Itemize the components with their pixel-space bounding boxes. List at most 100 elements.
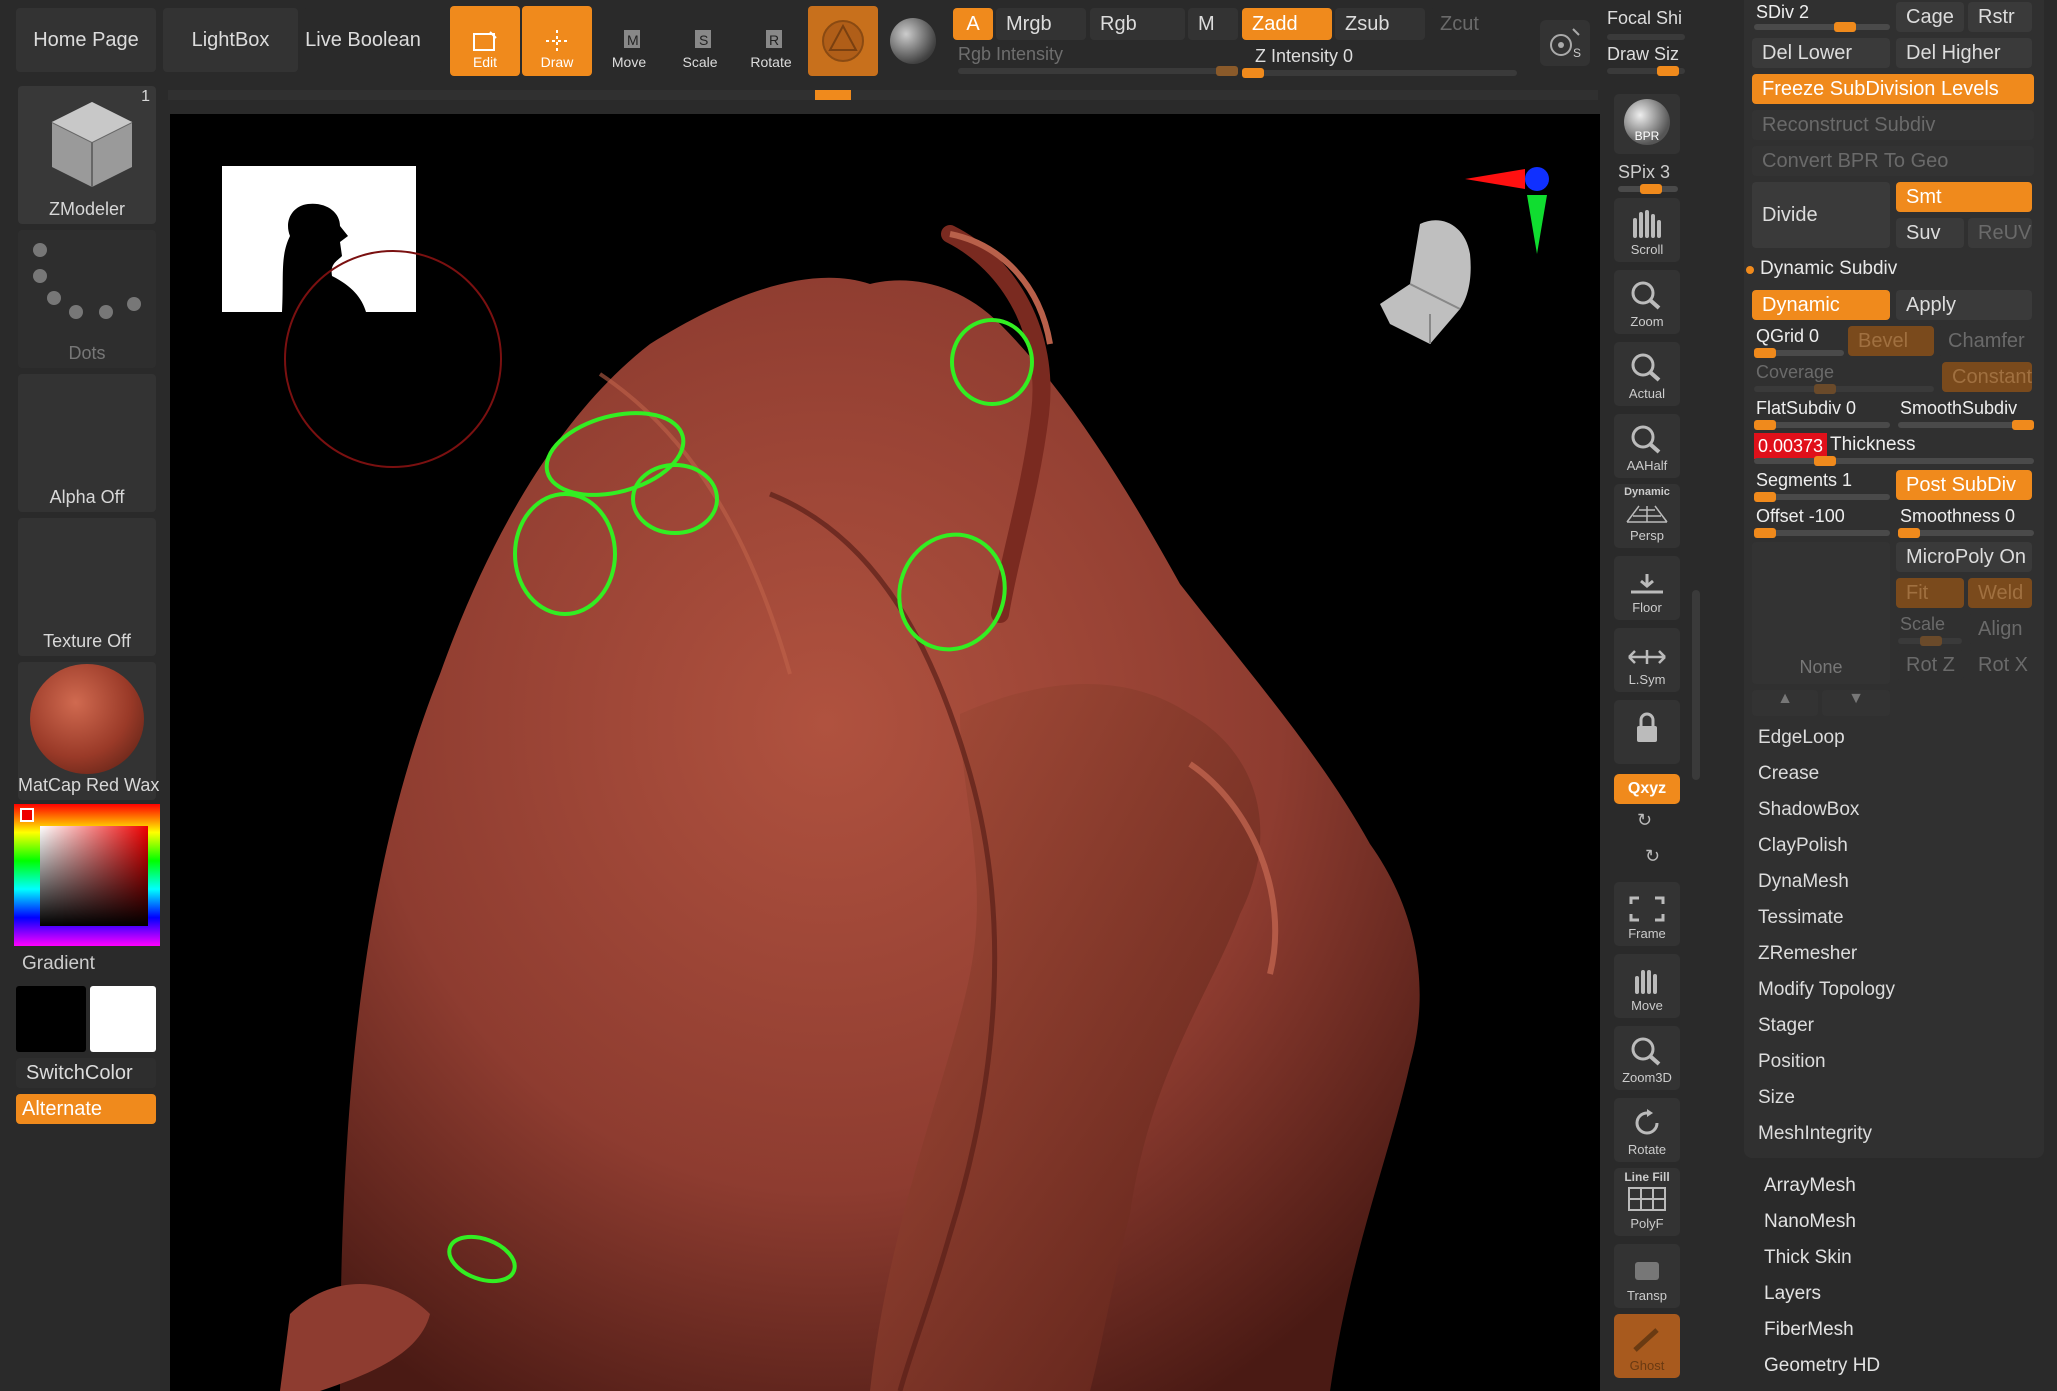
xyz-rotation-button[interactable]: Qxyz (1614, 774, 1680, 804)
rotz-toggle[interactable]: Rot Z (1896, 650, 1964, 680)
a-mode-button[interactable]: A (953, 8, 993, 40)
alternate-button[interactable]: Alternate (16, 1094, 156, 1124)
bpr-button[interactable]: BPR (1614, 94, 1680, 154)
floor-button[interactable]: Floor (1614, 556, 1680, 620)
viewport[interactable] (170, 114, 1600, 1391)
rstr-button[interactable]: Rstr (1968, 2, 2032, 32)
menu-nanomesh[interactable]: NanoMesh (1764, 1211, 1856, 1233)
post-subdiv-toggle[interactable]: Post SubDiv (1896, 470, 2032, 500)
right-panel-scrollbar[interactable] (1692, 590, 1700, 780)
coverage-label[interactable]: Coverage (1756, 362, 1834, 383)
spix-slider[interactable] (1618, 184, 1678, 194)
menu-stager[interactable]: Stager (1758, 1015, 1814, 1037)
reuv-toggle[interactable]: ReUV (1968, 218, 2032, 248)
divide-button[interactable]: Divide (1752, 182, 1890, 248)
suv-toggle[interactable]: Suv (1896, 218, 1964, 248)
gradient-label[interactable]: Gradient (22, 953, 95, 975)
live-boolean-button[interactable]: Live Boolean (303, 8, 423, 72)
home-page-button[interactable]: Home Page (16, 8, 156, 72)
draw-size-slider[interactable] (1607, 66, 1685, 76)
menu-meshintegrity[interactable]: MeshIntegrity (1758, 1123, 1872, 1145)
smoothsubdiv-label[interactable]: SmoothSubdiv (1900, 398, 2017, 419)
qgrid-slider[interactable] (1754, 348, 1844, 358)
coverage-slider[interactable] (1754, 384, 1934, 394)
polyframe-button[interactable]: Line Fill PolyF (1614, 1168, 1680, 1236)
menu-geometry-hd[interactable]: Geometry HD (1764, 1355, 1880, 1377)
apply-button[interactable]: Apply (1896, 290, 2032, 320)
offset-slider[interactable] (1754, 528, 1890, 538)
dynamic-subdiv-header[interactable]: Dynamic Subdiv (1760, 258, 1897, 280)
rotx-toggle[interactable]: Rot X (1968, 650, 2032, 680)
scroll-button[interactable]: Scroll (1614, 198, 1680, 262)
alpha-thumb[interactable]: Alpha Off (18, 374, 156, 512)
brush-material-button[interactable] (808, 6, 878, 76)
flatsubdiv-slider[interactable] (1754, 420, 1890, 430)
texture-thumb[interactable]: Texture Off (18, 518, 156, 656)
offset-label[interactable]: Offset -100 (1756, 506, 1845, 527)
rgb-intensity-slider[interactable] (958, 66, 1238, 76)
reconstruct-subdiv-button[interactable]: Reconstruct Subdiv (1752, 110, 2034, 140)
smoothsubdiv-slider[interactable] (1898, 420, 2034, 430)
scale-tool-button[interactable]: S Scale (665, 6, 735, 76)
menu-size[interactable]: Size (1758, 1087, 1795, 1109)
smoothness-label[interactable]: Smoothness 0 (1900, 506, 2015, 527)
m-button[interactable]: M (1188, 8, 1238, 40)
menu-edgeloop[interactable]: EdgeLoop (1758, 727, 1845, 749)
persp-button[interactable]: Dynamic Persp (1614, 484, 1680, 548)
frame-button[interactable]: Frame (1614, 882, 1680, 946)
micropoly-thumb[interactable]: None (1752, 542, 1890, 684)
mrgb-button[interactable]: Mrgb (996, 8, 1086, 40)
align-toggle[interactable]: Align (1968, 614, 2032, 644)
constant-toggle[interactable]: Constant (1942, 362, 2032, 392)
rotate-tool-button[interactable]: R Rotate (736, 6, 806, 76)
zoom-button[interactable]: Zoom (1614, 270, 1680, 334)
menu-claypolish[interactable]: ClayPolish (1758, 835, 1848, 857)
qgrid-label[interactable]: QGrid 0 (1756, 326, 1819, 347)
chamfer-toggle[interactable]: Chamfer (1938, 326, 2032, 356)
move-tool-button[interactable]: M Move (594, 6, 664, 76)
timeline-strip[interactable] (168, 90, 1598, 100)
aahalf-button[interactable]: AAHalf (1614, 414, 1680, 478)
ghost-button[interactable]: Ghost (1614, 1314, 1680, 1378)
actual-button[interactable]: Actual (1614, 342, 1680, 406)
segments-slider[interactable] (1754, 492, 1890, 502)
sdiv-slider[interactable] (1754, 22, 1890, 32)
z-intensity-slider[interactable] (1242, 68, 1517, 78)
lazy-mouse-icon[interactable]: S (1540, 20, 1590, 66)
y-rotation-icon[interactable]: ↻ (1637, 810, 1652, 831)
spix-label[interactable]: SPix 3 (1618, 162, 1670, 183)
scale-label[interactable]: Scale (1900, 614, 1945, 635)
scale-slider[interactable] (1898, 636, 1962, 646)
menu-position[interactable]: Position (1758, 1051, 1826, 1073)
menu-dynamesh[interactable]: DynaMesh (1758, 871, 1849, 893)
micropoly-toggle[interactable]: MicroPoly On (1896, 542, 2032, 572)
z-rotation-icon[interactable]: ↻ (1645, 846, 1660, 867)
secondary-color-swatch[interactable] (90, 986, 156, 1052)
smoothness-slider[interactable] (1898, 528, 2034, 538)
menu-layers[interactable]: Layers (1764, 1283, 1821, 1305)
rotate-view-button[interactable]: Rotate (1614, 1098, 1680, 1162)
micropoly-next-arrow-icon[interactable]: ▼ (1822, 690, 1890, 716)
weld-toggle[interactable]: Weld (1968, 578, 2032, 608)
freeze-subdivision-button[interactable]: Freeze SubDivision Levels (1752, 74, 2034, 104)
zadd-button[interactable]: Zadd (1242, 8, 1332, 40)
convert-bpr-button[interactable]: Convert BPR To Geo (1752, 146, 2034, 176)
edit-tool-button[interactable]: Edit (450, 6, 520, 76)
transp-button[interactable]: Transp (1614, 1244, 1680, 1308)
zmodeler-tool-thumb[interactable]: 1 ZModeler (18, 86, 156, 224)
zcut-button[interactable]: Zcut (1430, 8, 1520, 40)
timeline-marker[interactable] (815, 90, 851, 100)
menu-arraymesh[interactable]: ArrayMesh (1764, 1175, 1856, 1197)
segments-label[interactable]: Segments 1 (1756, 470, 1852, 491)
color-picker[interactable] (14, 804, 160, 946)
flatsubdiv-label[interactable]: FlatSubdiv 0 (1756, 398, 1856, 419)
micropoly-prev-arrow-icon[interactable]: ▲ (1752, 690, 1818, 716)
lightbox-button[interactable]: LightBox (163, 8, 298, 72)
menu-fibermesh[interactable]: FiberMesh (1764, 1319, 1854, 1341)
stroke-dots-thumb[interactable]: Dots (18, 230, 156, 368)
smt-toggle[interactable]: Smt (1896, 182, 2032, 212)
draw-tool-button[interactable]: Draw (522, 6, 592, 76)
fit-toggle[interactable]: Fit (1896, 578, 1964, 608)
bevel-toggle[interactable]: Bevel (1848, 326, 1934, 356)
menu-modify-topology[interactable]: Modify Topology (1758, 979, 1895, 1001)
